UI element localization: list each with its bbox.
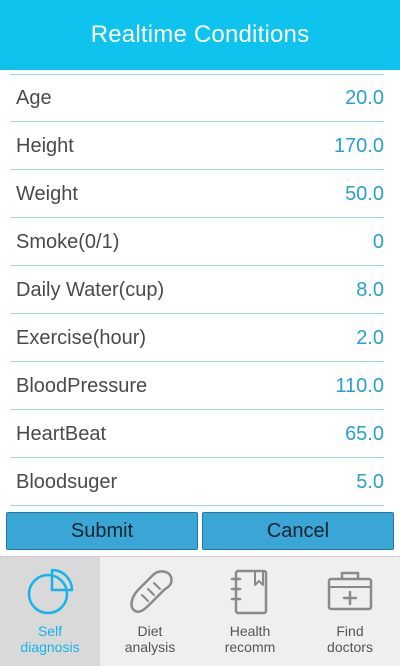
field-row-bloodsuger[interactable]: Bloodsuger 5.0 [0,458,400,506]
field-row-exercise[interactable]: Exercise(hour) 2.0 [0,314,400,362]
notebook-icon [225,567,275,617]
field-label: HeartBeat [16,422,107,445]
action-bar: Submit Cancel [0,506,400,556]
field-value[interactable]: 8.0 [356,279,384,302]
tab-label: Find doctors [327,623,373,655]
field-value[interactable]: 20.0 [345,87,384,110]
field-row-daily-water[interactable]: Daily Water(cup) 8.0 [0,266,400,314]
bread-icon [125,567,175,617]
bottom-tab-bar: Self diagnosis Diet analysis Health reco… [0,556,400,666]
field-label: Daily Water(cup) [16,278,165,301]
field-row-weight[interactable]: Weight 50.0 [0,170,400,218]
tab-find-doctors[interactable]: Find doctors [300,557,400,666]
field-row-heartbeat[interactable]: HeartBeat 65.0 [0,410,400,458]
field-row-blood-pressure[interactable]: BloodPressure 110.0 [0,362,400,410]
page-title: Realtime Conditions [90,21,310,48]
tab-label: Self diagnosis [20,623,80,655]
field-value[interactable]: 0 [373,231,384,254]
field-label: Height [16,134,74,157]
field-label: BloodPressure [16,374,148,397]
field-value[interactable]: 50.0 [345,183,384,206]
field-row-smoke[interactable]: Smoke(0/1) 0 [0,218,400,266]
field-label: Weight [16,182,78,205]
field-value[interactable]: 110.0 [335,375,384,398]
field-label: Exercise(hour) [16,326,147,349]
field-value[interactable]: 2.0 [356,327,384,350]
field-label: Bloodsuger [16,470,118,493]
tab-label: Diet analysis [124,623,176,655]
tab-diet-analysis[interactable]: Diet analysis [100,557,200,666]
pie-chart-icon [25,567,75,617]
tab-self-diagnosis[interactable]: Self diagnosis [0,557,100,666]
field-value[interactable]: 170.0 [334,135,384,158]
field-row-height[interactable]: Height 170.0 [0,122,400,170]
field-row-age[interactable]: Age 20.0 [0,74,400,122]
tab-health-recomm[interactable]: Health recomm [200,557,300,666]
medical-kit-icon [325,567,375,617]
field-label: Smoke(0/1) [16,230,120,253]
field-label: Age [16,86,52,109]
submit-button[interactable]: Submit [6,512,198,550]
field-value[interactable]: 5.0 [356,471,384,494]
tab-label: Health recomm [224,623,276,655]
cancel-button[interactable]: Cancel [202,512,394,550]
app-bar: Realtime Conditions [0,0,400,70]
field-value[interactable]: 65.0 [345,423,384,446]
conditions-list: Age 20.0 Height 170.0 Weight 50.0 Smoke(… [0,74,400,506]
